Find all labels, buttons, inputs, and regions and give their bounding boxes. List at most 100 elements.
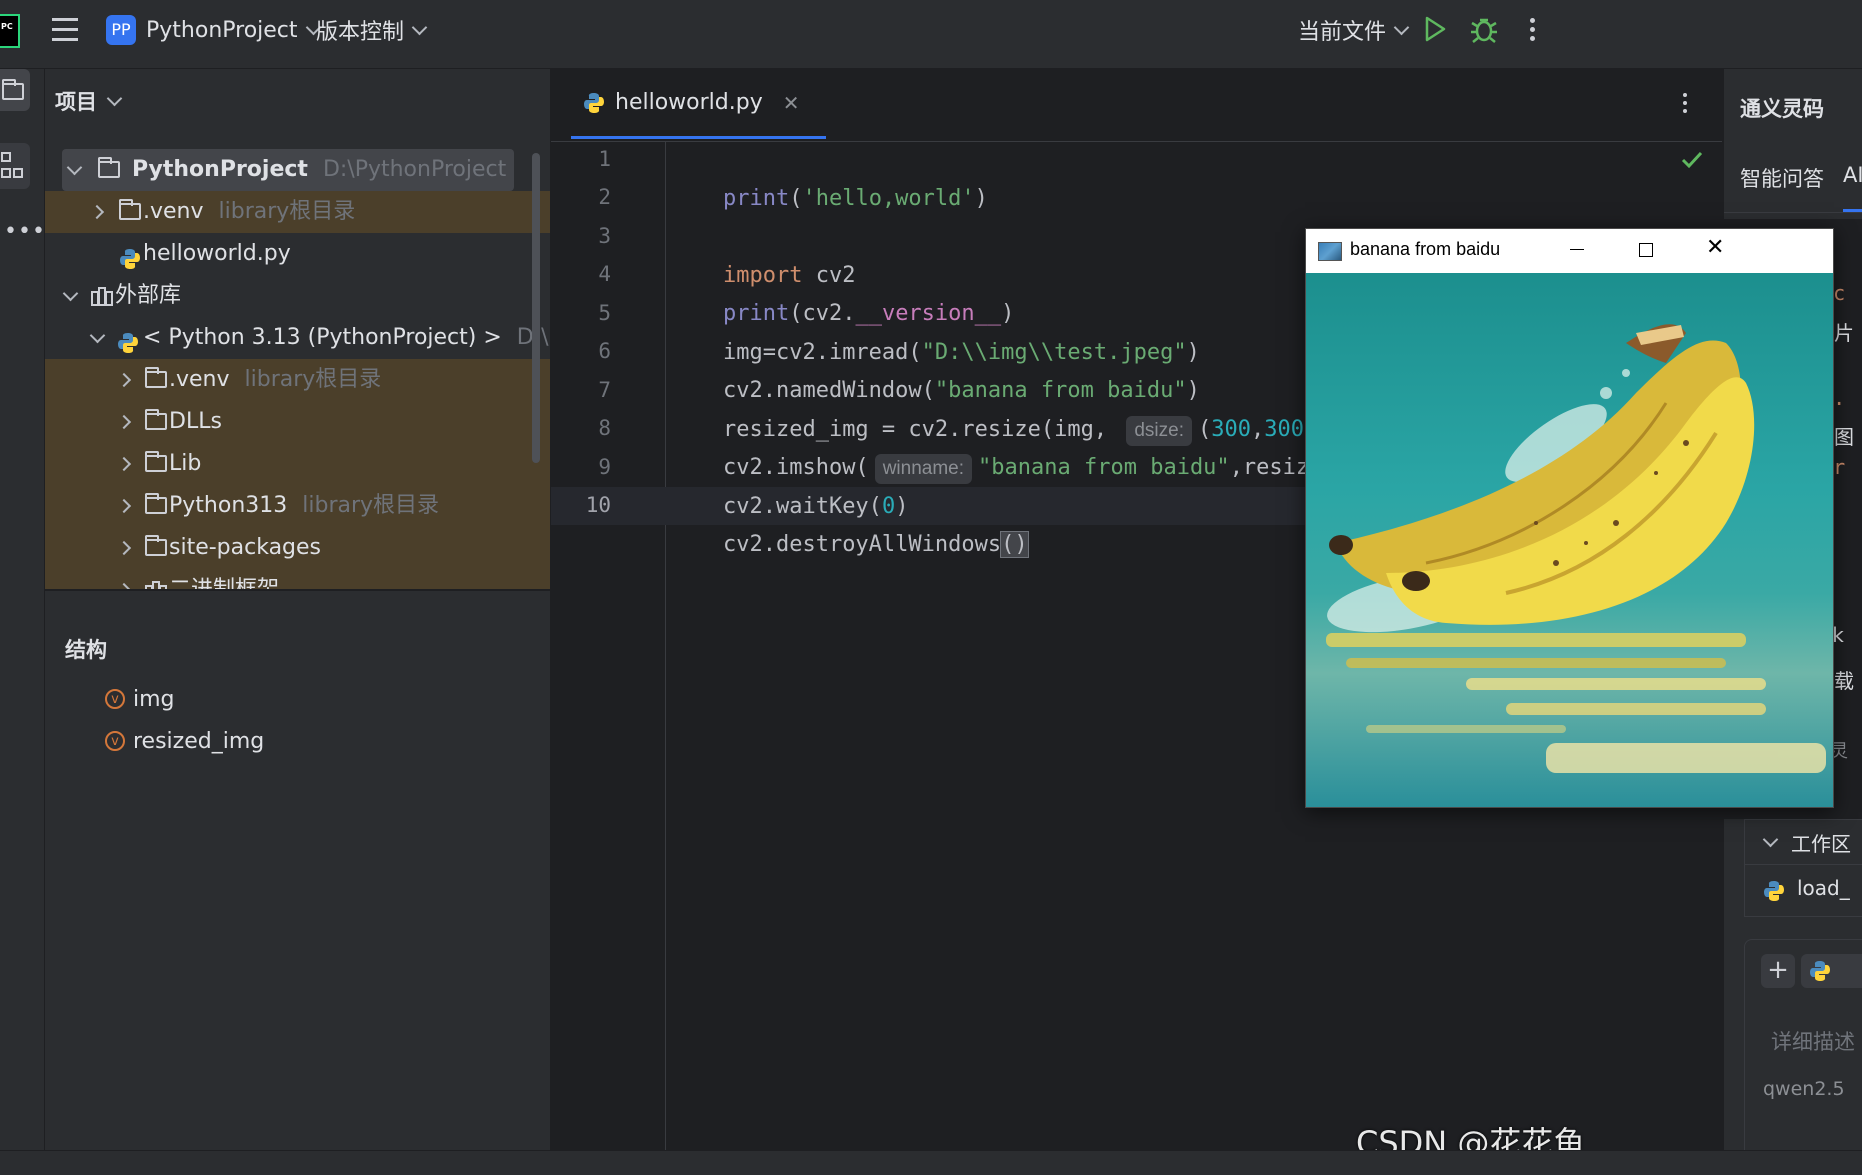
more-actions-icon[interactable]: [1530, 18, 1536, 42]
add-context-button[interactable]: +: [1761, 954, 1795, 988]
tree-hint: D:\PythonProject: [322, 157, 507, 182]
code-token: ): [974, 186, 988, 211]
assistant-tab-ai[interactable]: AI: [1843, 163, 1862, 187]
code-line-1: print('hello,world'): [670, 142, 988, 211]
close-tab-icon[interactable]: ✕: [783, 91, 800, 115]
chevron-down-icon: [106, 90, 123, 106]
tree-label: site-packages: [169, 535, 322, 560]
minimize-icon[interactable]: [1570, 249, 1584, 250]
tree-row-site-packages[interactable]: site-packages: [45, 527, 550, 569]
tree-label: .venv: [169, 367, 230, 392]
chevron-right-icon: [116, 372, 132, 388]
code-line-3: import cv2: [670, 219, 855, 288]
tree-hint: library根目录: [218, 199, 356, 224]
structure-panel-title: 结构: [65, 638, 107, 662]
more-tools-icon[interactable]: •••: [4, 219, 46, 244]
chevron-down-icon: [66, 159, 83, 176]
tree-row-venv[interactable]: .venv library根目录: [45, 191, 550, 233]
code-line-5: img=cv2.imread("D:\\img\\test.jpeg"): [670, 296, 1200, 365]
vcs-menu-label: 版本控制: [316, 20, 405, 45]
tree-label: .venv: [143, 199, 204, 224]
line-number: 6: [598, 339, 611, 363]
library-icon: [145, 581, 167, 589]
debug-bug-icon: [1471, 18, 1497, 43]
structure-tool-button[interactable]: [0, 143, 30, 189]
tree-row-root[interactable]: PythonProject D:\PythonProject: [62, 149, 514, 191]
tree-row-helloworld[interactable]: helloworld.py: [45, 233, 550, 275]
vcs-menu[interactable]: 版本控制: [316, 12, 428, 48]
panel-divider: [45, 589, 550, 591]
tree-row-external-libs[interactable]: 外部库: [45, 275, 550, 317]
tree-label: Python313: [169, 493, 288, 518]
line-number: 1: [598, 147, 611, 171]
editor-tab-bar: helloworld.py ✕: [551, 69, 1722, 142]
line-numbers: 1 2 3 4 5 6 7 8 9 10: [551, 142, 621, 542]
structure-item[interactable]: v resized_img: [105, 721, 264, 761]
maximize-icon[interactable]: [1639, 243, 1653, 257]
code-line-4: print(cv2.__version__): [670, 257, 1014, 326]
structure-item-label: resized_img: [133, 728, 265, 754]
chevron-right-icon: [89, 204, 105, 220]
context-file-chip[interactable]: [1801, 954, 1862, 988]
tree-label: Lib: [169, 451, 202, 476]
run-button[interactable]: [1424, 16, 1446, 42]
code-line-9: cv2.waitKey(0): [670, 450, 908, 519]
window-app-icon: [1318, 242, 1342, 261]
project-tool-button[interactable]: [0, 69, 30, 111]
run-config-label: 当前文件: [1298, 20, 1387, 45]
main-menu-icon[interactable]: [52, 18, 78, 42]
assistant-input-box[interactable]: + 详细描述 qwen2.5: [1744, 939, 1862, 1161]
code-token: cv2.destroyAllWindows: [722, 532, 1002, 557]
tree-label: PythonProject: [132, 157, 308, 182]
structure-item-label: img: [133, 686, 175, 712]
structure-item[interactable]: v img: [105, 679, 175, 719]
tree-label: 外部库: [115, 283, 182, 308]
debug-button[interactable]: [1470, 14, 1498, 44]
assistant-input-placeholder: 详细描述: [1771, 1030, 1855, 1054]
code-token: (: [789, 186, 803, 211]
code-line-6: cv2.namedWindow("banana from baidu"): [670, 334, 1200, 403]
tree-row-binary-frameworks[interactable]: 二进制框架: [45, 569, 550, 589]
image-window: banana from baidu ✕: [1305, 228, 1834, 808]
tree-row-sdk-venv[interactable]: .venv library根目录: [45, 359, 550, 401]
folder-icon: [2, 79, 24, 100]
editor-tab-menu-icon[interactable]: [1683, 93, 1689, 113]
project-panel-header[interactable]: 项目: [55, 81, 123, 121]
tree-label: helloworld.py: [143, 241, 291, 266]
project-selector[interactable]: PP PythonProject: [106, 12, 321, 48]
run-config-selector[interactable]: 当前文件: [1298, 12, 1410, 48]
banana-image: [1306, 273, 1833, 807]
chevron-right-icon: [116, 414, 132, 430]
folder-icon: [145, 493, 167, 514]
app-logo-icon: PC: [0, 14, 20, 48]
code-token: 'hello,world': [802, 186, 975, 211]
editor-tab-label: helloworld.py: [615, 90, 763, 115]
tree-row-dlls[interactable]: DLLs: [45, 401, 550, 443]
project-panel-title: 项目: [55, 90, 97, 114]
python-file-icon: [1809, 960, 1831, 982]
image-window-titlebar[interactable]: banana from baidu ✕: [1306, 229, 1833, 273]
tree-hint: library根目录: [302, 493, 440, 518]
code-line-7: resized_img = cv2.resize(img, dsize: (300…: [670, 373, 1330, 446]
tree-row-python-sdk[interactable]: < Python 3.13 (PythonProject) > D:\Py: [45, 317, 550, 359]
tree-row-lib[interactable]: Lib: [45, 443, 550, 485]
banana-illustration: [1326, 324, 1826, 773]
folder-icon: [119, 199, 141, 220]
chevron-down-icon: [62, 285, 79, 302]
code-token: print: [722, 186, 790, 211]
tree-scrollbar[interactable]: [532, 153, 540, 463]
close-icon[interactable]: ✕: [1706, 235, 1724, 260]
assistant-tab-qa[interactable]: 智能问答: [1740, 163, 1824, 193]
python-file-icon: [119, 243, 141, 269]
variable-icon: v: [105, 689, 125, 709]
tree-label: DLLs: [169, 409, 222, 434]
workspace-file-label: load_: [1797, 876, 1850, 900]
image-window-title: banana from baidu: [1350, 239, 1501, 259]
tree-row-python313[interactable]: Python313 library根目录: [45, 485, 550, 527]
workspace-section[interactable]: 工作区 load_: [1744, 819, 1862, 917]
editor-tab-helloworld[interactable]: helloworld.py ✕: [571, 69, 826, 139]
gutter-separator: [665, 142, 666, 1150]
model-selector[interactable]: qwen2.5: [1763, 1078, 1845, 1100]
title-bar: PC PP PythonProject 版本控制 当前文件: [0, 0, 1862, 69]
tree-label: 二进制框架: [169, 569, 279, 589]
